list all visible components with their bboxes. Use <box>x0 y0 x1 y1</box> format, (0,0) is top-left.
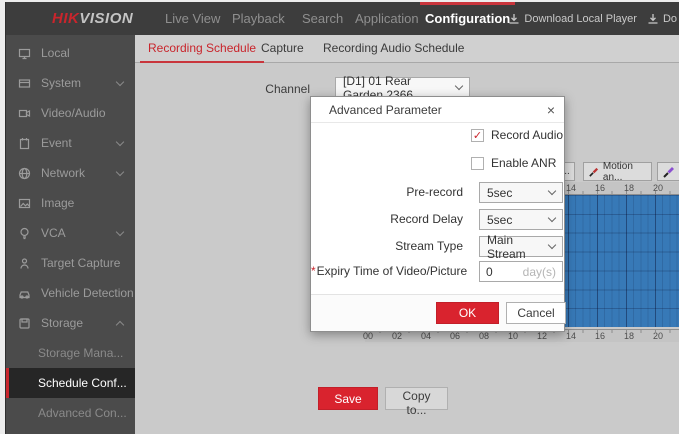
chevron-down-icon <box>116 227 124 235</box>
nav-search[interactable]: Search <box>302 2 343 35</box>
video-camera-icon <box>18 107 31 120</box>
brush-icon <box>589 166 599 178</box>
channel-label: Channel <box>230 82 310 96</box>
brush-icon <box>663 166 675 178</box>
main-content: Recording Schedule Capture Recording Aud… <box>135 35 679 434</box>
tab-recording-schedule[interactable]: Recording Schedule <box>140 35 264 63</box>
download-local-player-label: Download Local Player <box>524 13 637 25</box>
car-icon <box>18 287 31 300</box>
sidebar-subitem-schedule-configuration[interactable]: Schedule Conf... <box>6 368 135 398</box>
nav-playback[interactable]: Playback <box>232 2 285 35</box>
record-delay-select[interactable]: 5sec <box>479 209 563 230</box>
advanced-parameter-dialog: Advanced Parameter × ✓ Record Audio Enab… <box>310 96 565 332</box>
chevron-down-icon <box>548 240 556 248</box>
clipboard-icon <box>18 137 31 150</box>
checkmark-icon: ✓ <box>473 130 482 141</box>
enable-anr-label: Enable ANR <box>491 156 556 170</box>
expiry-time-unit: day(s) <box>523 265 556 279</box>
hikvision-logo: HIKVISION <box>52 2 133 35</box>
sidebar-item-video-audio[interactable]: Video/Audio <box>6 98 135 128</box>
disk-icon <box>18 317 31 330</box>
pre-record-label: Pre-record <box>311 182 463 203</box>
download-secondary-link[interactable]: Do <box>647 13 677 25</box>
sidebar-subitem-advanced-configuration[interactable]: Advanced Con... <box>6 398 135 428</box>
sidebar-item-vehicle-detection[interactable]: Vehicle Detection <box>6 278 135 308</box>
app-window: HIKVISION Live View Playback Search Appl… <box>5 2 679 434</box>
sidebar-subitem-storage-management[interactable]: Storage Mana... <box>6 338 135 368</box>
required-asterisk: * <box>311 264 316 278</box>
sidebar: Local System Video/Audio Event Network <box>6 35 135 434</box>
save-button[interactable]: Save <box>318 387 378 410</box>
expiry-time-row: *Expiry Time of Video/Picture 0 day(s) <box>311 261 564 282</box>
nav-live-view[interactable]: Live View <box>165 2 220 35</box>
dialog-title: Advanced Parameter <box>329 97 442 123</box>
bulb-icon <box>18 227 31 240</box>
sidebar-item-vca[interactable]: VCA <box>6 218 135 248</box>
download-secondary-label: Do <box>663 13 677 25</box>
pre-record-select[interactable]: 5sec <box>479 182 563 203</box>
sidebar-item-target-capture[interactable]: Target Capture <box>6 248 135 278</box>
download-links: Download Local Player Do <box>508 2 677 35</box>
image-icon <box>18 197 31 210</box>
record-delay-label: Record Delay <box>311 209 463 230</box>
event-brush-button-partial[interactable] <box>657 162 679 181</box>
stream-type-select[interactable]: Main Stream <box>479 236 563 257</box>
nav-application[interactable]: Application <box>355 2 419 35</box>
chevron-down-icon <box>116 77 124 85</box>
enable-anr-checkbox[interactable] <box>471 157 484 170</box>
cancel-button[interactable]: Cancel <box>506 302 566 324</box>
person-icon <box>18 257 31 270</box>
monitor-icon <box>18 47 31 60</box>
record-audio-row: ✓ Record Audio <box>471 128 563 142</box>
sidebar-item-network[interactable]: Network <box>6 158 135 188</box>
chevron-down-icon <box>116 167 124 175</box>
tab-bar: Recording Schedule Capture Recording Aud… <box>135 35 679 63</box>
chevron-down-icon <box>548 213 556 221</box>
sidebar-item-storage[interactable]: Storage <box>6 308 135 338</box>
record-audio-label: Record Audio <box>491 128 563 142</box>
chevron-down-icon <box>455 81 463 89</box>
close-icon[interactable]: × <box>547 97 555 123</box>
dialog-footer: OK Cancel <box>311 294 564 331</box>
tab-recording-audio-schedule[interactable]: Recording Audio Schedule <box>315 35 472 62</box>
nav-configuration[interactable]: Configuration <box>425 2 510 35</box>
dialog-header: Advanced Parameter × <box>311 97 564 123</box>
expiry-time-input[interactable]: 0 day(s) <box>479 261 563 282</box>
logo-text-gray: VISION <box>79 10 133 27</box>
chevron-up-icon <box>116 320 124 328</box>
sidebar-item-image[interactable]: Image <box>6 188 135 218</box>
download-icon <box>508 13 520 25</box>
stream-type-row: Stream Type Main Stream <box>311 236 564 257</box>
stream-type-label: Stream Type <box>311 236 463 257</box>
record-delay-row: Record Delay 5sec <box>311 209 564 230</box>
sidebar-item-system[interactable]: System <box>6 68 135 98</box>
download-local-player-link[interactable]: Download Local Player <box>508 13 637 25</box>
copy-to-button[interactable]: Copy to... <box>385 387 448 410</box>
sidebar-item-event[interactable]: Event <box>6 128 135 158</box>
ok-button[interactable]: OK <box>436 302 499 324</box>
expiry-time-value: 0 <box>486 265 493 279</box>
chevron-down-icon <box>548 186 556 194</box>
globe-icon <box>18 167 31 180</box>
enable-anr-row: Enable ANR <box>471 156 556 170</box>
top-nav: HIKVISION Live View Playback Search Appl… <box>6 2 679 35</box>
logo-text-red: HIK <box>52 10 79 27</box>
download-icon <box>647 13 659 25</box>
pre-record-row: Pre-record 5sec <box>311 182 564 203</box>
tab-capture[interactable]: Capture <box>253 35 312 62</box>
motion-brush-button[interactable]: Motion an... <box>583 162 652 181</box>
sidebar-item-local[interactable]: Local <box>6 38 135 68</box>
system-icon <box>18 77 31 90</box>
chevron-down-icon <box>116 137 124 145</box>
channel-select[interactable]: [D1] 01 Rear Garden 2366 <box>335 77 470 98</box>
expiry-time-label: *Expiry Time of Video/Picture <box>311 261 463 282</box>
record-audio-checkbox[interactable]: ✓ <box>471 129 484 142</box>
screen: HIKVISION Live View Playback Search Appl… <box>0 0 679 434</box>
